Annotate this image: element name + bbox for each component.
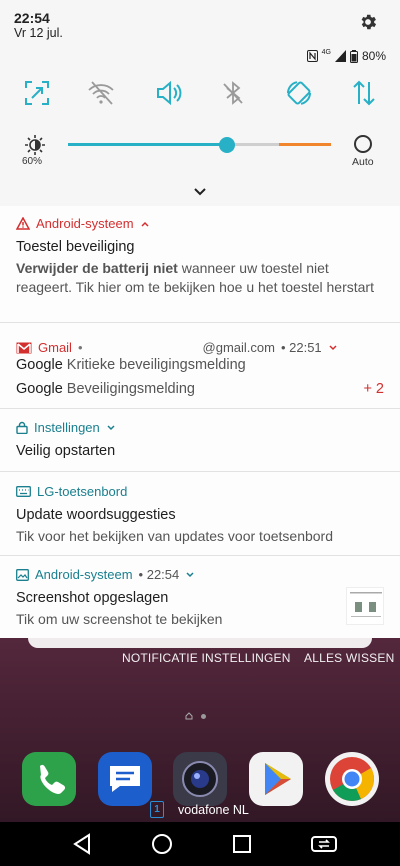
phone-app-icon[interactable] (22, 752, 76, 806)
battery-percent: 80% (361, 49, 386, 63)
notification-title: Screenshot opgeslagen (16, 590, 169, 606)
notification-time: • 22:51 (280, 340, 322, 355)
recents-icon[interactable] (230, 832, 254, 856)
gmail-subject: Kritieke beveiligingsmelding (66, 357, 246, 373)
notification-settings-button[interactable]: NOTIFICATIE INSTELLINGEN (122, 651, 291, 665)
notification-app-name: Instellingen (34, 420, 100, 435)
gmail-line-1: Google Kritieke beveiligingsmelding (16, 357, 246, 373)
notification-title: Veilig opstarten (16, 443, 116, 459)
page-dot (201, 713, 206, 719)
carrier-indicator: 1 vodafone NL (150, 801, 249, 818)
gmail-line-2: Google Beveiligingsmelding (16, 381, 195, 397)
home-indicator-icon (185, 712, 193, 720)
bluetooth-off-icon[interactable] (218, 78, 248, 108)
notification-header: LG-toetsenbord (16, 484, 127, 499)
notification-email: @gmail.com (202, 340, 275, 355)
brightness-slider-thumb[interactable] (219, 137, 235, 153)
carrier-name: vodafone NL (178, 802, 249, 817)
switch-sim-icon[interactable] (310, 832, 338, 856)
nfc-icon (306, 50, 318, 62)
notification-header: Instellingen (16, 420, 116, 435)
notification-app-name: Gmail (38, 340, 72, 355)
warning-icon (16, 217, 30, 230)
brightness-slider-warning (279, 143, 331, 146)
notification-header: Android-systeem (16, 216, 150, 231)
expand-chevron-icon[interactable] (193, 184, 207, 196)
brightness-icon (24, 134, 46, 156)
sim-slot-badge: 1 (150, 801, 164, 818)
auto-brightness-toggle[interactable] (354, 135, 372, 153)
notification-title: Update woordsuggesties (16, 507, 176, 523)
status-icons: 4G 80% (306, 48, 386, 63)
home-button-icon[interactable] (150, 832, 174, 856)
notification-header: Gmail • @gmail.com • 22:51 (16, 340, 338, 355)
gmail-subject: Beveiligingsmelding (66, 381, 195, 397)
notification-time: • 22:54 (138, 567, 180, 582)
quick-settings-tiles (0, 78, 400, 112)
screenshot-icon[interactable] (22, 78, 52, 108)
network-type: 4G (321, 48, 331, 56)
battery-icon (349, 49, 358, 63)
notification-gmail[interactable]: Gmail • @gmail.com • 22:51 Google Kritie… (0, 323, 400, 409)
gmail-more-count: + 2 (363, 381, 384, 397)
notification-header: Android-systeem • 22:54 (16, 567, 195, 582)
notification-app-name: LG-toetsenbord (37, 484, 128, 499)
clear-all-button[interactable]: ALLES WISSEN (304, 651, 394, 665)
camera-app-icon[interactable] (173, 752, 227, 806)
notification-app-name: Android-systeem (36, 216, 134, 231)
play-store-app-icon[interactable] (249, 752, 303, 806)
expand-chevron-icon[interactable] (106, 424, 116, 432)
wifi-off-icon[interactable] (86, 78, 116, 108)
brightness-percent: 60% (22, 156, 43, 167)
brightness-slider-fill (68, 143, 227, 146)
notification-footer: NOTIFICATIE INSTELLINGEN ALLES WISSEN (0, 638, 400, 678)
separator-dot: • (77, 340, 83, 355)
notification-android-system-security[interactable]: Android-systeem Toestel beveiliging Verw… (0, 206, 400, 323)
lock-icon (16, 421, 28, 434)
notification-body-bold: Verwijder de batterij niet (16, 260, 178, 276)
image-icon (16, 568, 29, 581)
status-time: 22:54 (14, 10, 50, 26)
notification-keyboard[interactable]: LG-toetsenbord Update woordsuggesties Ti… (0, 472, 400, 556)
notification-settings[interactable]: Instellingen Veilig opstarten (0, 409, 400, 472)
gmail-icon (16, 342, 32, 353)
status-date: Vr 12 jul. (14, 26, 63, 40)
notification-body: Verwijder de batterij niet wanneer uw to… (16, 259, 386, 297)
auto-rotate-icon[interactable] (284, 78, 314, 108)
notification-body: Tik om uw screenshot te bekijken (16, 611, 223, 627)
messages-app-icon[interactable] (98, 752, 152, 806)
keyboard-icon (16, 486, 31, 497)
collapse-chevron-icon[interactable] (140, 220, 150, 228)
back-icon[interactable] (70, 832, 94, 856)
notification-body: Tik voor het bekijken van updates voor t… (16, 528, 334, 544)
navigation-bar (0, 822, 400, 866)
signal-icon (334, 50, 346, 62)
notification-app-name: Android-systeem (35, 567, 133, 582)
notification-screenshot-saved[interactable]: Android-systeem • 22:54 Screenshot opges… (0, 556, 400, 638)
settings-gear-icon[interactable] (358, 12, 378, 32)
sound-icon[interactable] (153, 78, 183, 108)
chrome-app-icon[interactable] (325, 752, 379, 806)
auto-brightness-label: Auto (352, 156, 374, 168)
mobile-data-icon[interactable] (349, 78, 379, 108)
notification-title: Toestel beveiliging (16, 239, 135, 255)
home-page-indicator (185, 712, 206, 720)
screenshot-thumbnail (346, 587, 384, 625)
expand-chevron-icon[interactable] (328, 344, 338, 352)
gmail-sender: Google (16, 381, 63, 397)
quick-settings-panel: 22:54 Vr 12 jul. 4G 80% 60% Auto (0, 0, 400, 206)
expand-chevron-icon[interactable] (185, 571, 195, 579)
gmail-sender: Google (16, 357, 63, 373)
